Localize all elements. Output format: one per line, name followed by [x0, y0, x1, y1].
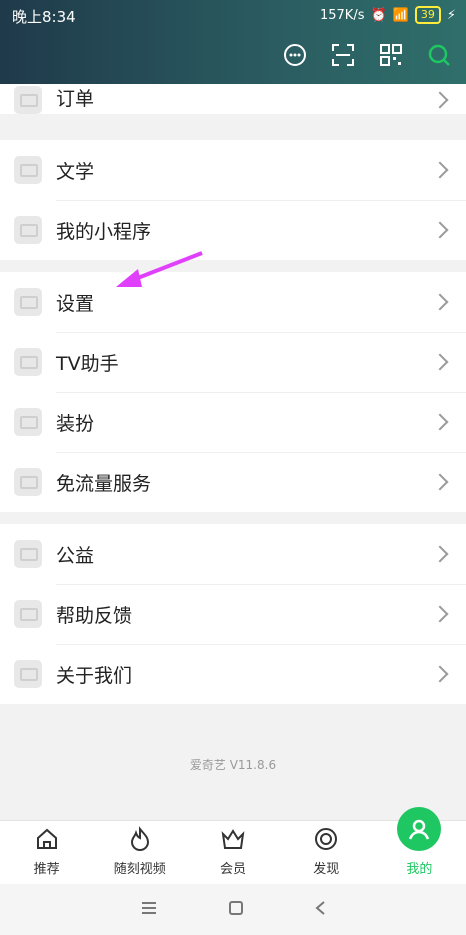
section-divider [0, 114, 466, 140]
free-data-icon [14, 468, 42, 496]
header-toolbar [282, 42, 452, 68]
chevron-right-icon [431, 413, 449, 431]
tab-label: 随刻视频 [113, 862, 166, 877]
signal-icon: 📶 [392, 7, 409, 23]
menu-row-tv-assistant[interactable]: TV助手 [0, 332, 466, 392]
tab-mine[interactable]: 我的 [373, 807, 466, 885]
tv-icon [14, 348, 42, 376]
menu-row-literature[interactable]: 文学 [0, 140, 466, 200]
menu-row-label: 文学 [56, 160, 95, 183]
tab-discover[interactable]: 发现 [280, 821, 373, 885]
section-divider [0, 512, 466, 524]
search-icon[interactable] [426, 42, 452, 68]
menu-row-help-feedback[interactable]: 帮助反馈 [0, 584, 466, 644]
mini-program-icon [14, 216, 42, 244]
menu-row-about-us[interactable]: 关于我们 [0, 644, 466, 704]
home-square-icon[interactable] [228, 900, 244, 920]
menu-row-dress-up[interactable]: 装扮 [0, 392, 466, 452]
network-speed: 157K/s [319, 7, 365, 23]
chevron-right-icon [431, 161, 449, 179]
tab-vip[interactable]: 会员 [186, 821, 279, 885]
chevron-right-icon [431, 605, 449, 623]
status-bar: 晚上8:34 157K/s ⏰ 📶 39 ⚡ [0, 0, 466, 30]
menu-row-mini-programs[interactable]: 我的小程序 [0, 200, 466, 260]
help-icon [14, 600, 42, 628]
chevron-right-icon [431, 473, 449, 491]
menu-row-charity[interactable]: 公益 [0, 524, 466, 584]
system-nav-bar [0, 884, 466, 935]
header: 晚上8:34 157K/s ⏰ 📶 39 ⚡ [0, 0, 466, 84]
status-time: 晚上8:34 [12, 8, 76, 26]
status-right: 157K/s ⏰ 📶 39 ⚡ [320, 6, 456, 24]
menu-row-label: 装扮 [56, 412, 95, 435]
scan-icon[interactable] [330, 42, 356, 68]
menu-row-orders[interactable]: 订单 [0, 84, 466, 114]
about-icon [14, 660, 42, 688]
alarm-icon: ⏰ [370, 7, 387, 23]
battery-icon: 39 [414, 6, 441, 24]
tab-recommend[interactable]: 推荐 [0, 821, 93, 885]
menu-row-label: 帮助反馈 [56, 604, 133, 627]
home-icon [32, 824, 62, 854]
charging-icon: ⚡ [446, 7, 456, 23]
menu-row-label: 免流量服务 [56, 472, 152, 495]
app-version: 爱奇艺 V11.8.6 [189, 758, 277, 772]
back-icon[interactable] [314, 900, 326, 920]
tab-label: 推荐 [33, 862, 60, 877]
menu-list: 订单 文学 我的小程序 设置 TV助手 装扮 免流量服务 公益 帮助反馈 关于我… [0, 84, 466, 704]
menu-row-settings[interactable]: 设置 [0, 272, 466, 332]
tab-label: 发现 [313, 862, 340, 877]
message-icon[interactable] [282, 42, 308, 68]
section-divider [0, 260, 466, 272]
tab-label: 会员 [220, 862, 247, 877]
menu-row-label: 公益 [56, 544, 95, 567]
annotation-arrow-icon [116, 251, 203, 287]
tab-suike-video[interactable]: 随刻视频 [93, 821, 186, 885]
chevron-right-icon [431, 221, 449, 239]
menu-section: 订单 [0, 84, 466, 114]
bottom-tab-bar: 推荐 随刻视频 会员 发现 我的 [0, 807, 466, 885]
menu-row-label: 关于我们 [56, 664, 133, 687]
menu-section: 公益 帮助反馈 关于我们 [0, 524, 466, 704]
orders-icon [14, 86, 42, 114]
menu-row-free-data[interactable]: 免流量服务 [0, 452, 466, 512]
profile-icon [397, 807, 442, 851]
menu-section: 设置 TV助手 装扮 免流量服务 [0, 272, 466, 512]
menu-row-label: TV助手 [56, 352, 119, 375]
menu-row-label: 我的小程序 [56, 220, 152, 243]
chevron-right-icon [431, 545, 449, 563]
dress-up-icon [14, 408, 42, 436]
qr-code-icon[interactable] [378, 42, 404, 68]
chevron-right-icon [431, 665, 449, 683]
flame-icon [125, 824, 155, 854]
charity-icon [14, 540, 42, 568]
discover-icon [311, 824, 341, 854]
chevron-right-icon [431, 91, 449, 109]
tab-label: 我的 [406, 862, 433, 877]
settings-icon [14, 288, 42, 316]
menu-icon[interactable] [140, 900, 158, 919]
literature-icon [14, 156, 42, 184]
chevron-right-icon [431, 293, 449, 311]
crown-icon [218, 824, 248, 854]
menu-section: 文学 我的小程序 [0, 140, 466, 260]
chevron-right-icon [431, 353, 449, 371]
menu-row-label: 订单 [56, 88, 95, 110]
